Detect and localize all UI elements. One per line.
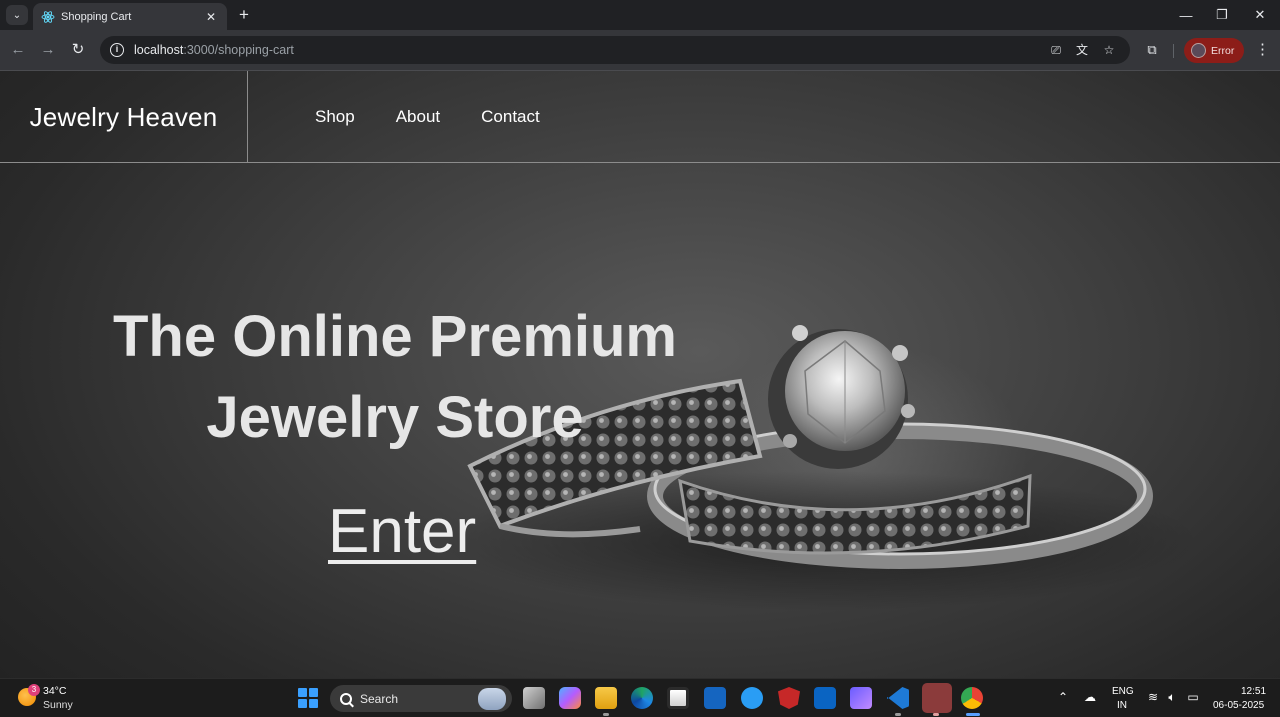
chrome-icon[interactable] xyxy=(961,687,983,709)
site-nav: Shop About Contact xyxy=(315,107,581,127)
search-highlight-image xyxy=(478,687,506,710)
more-menu-icon[interactable]: ⋮ xyxy=(1255,40,1270,60)
new-tab-plus-icon[interactable]: + xyxy=(235,5,253,25)
weather-notification-badge: 3 xyxy=(28,684,40,696)
file-explorer-running-indicator xyxy=(603,713,609,716)
microsoft-store-icon[interactable] xyxy=(667,687,689,709)
snipping-tool-running-indicator xyxy=(933,713,939,716)
enter-link[interactable]: Enter xyxy=(328,496,476,567)
nav-link-contact[interactable]: Contact xyxy=(481,107,540,127)
file-explorer-icon[interactable] xyxy=(595,687,617,709)
volume-icon[interactable]: 🔈︎ xyxy=(1164,690,1180,705)
avatar xyxy=(1191,43,1206,58)
hero-title-line-1: The Online Premium xyxy=(113,304,677,369)
language-indicator-line-2[interactable]: IN xyxy=(1117,700,1127,711)
weather-temperature[interactable]: 34°C xyxy=(43,685,66,697)
task-view-icon[interactable] xyxy=(523,687,545,709)
minimize-window-icon[interactable]: — xyxy=(1168,4,1204,26)
site-header: Jewelry Heaven Shop About Contact xyxy=(0,71,1280,163)
brand-container: Jewelry Heaven xyxy=(0,71,248,163)
battery-icon[interactable]: ▭ xyxy=(1185,690,1201,704)
site-brand[interactable]: Jewelry Heaven xyxy=(30,102,218,133)
clipchamp-icon[interactable] xyxy=(850,687,872,709)
browser-toolbar: ← → ↻ i localhost:3000/shopping-cart ⎚ 文… xyxy=(0,30,1280,71)
chrome-active-indicator xyxy=(966,713,980,716)
back-arrow-icon[interactable]: ← xyxy=(8,40,28,60)
edge-browser-icon[interactable] xyxy=(631,687,653,709)
hero-page: Jewelry Heaven Shop About Contact The On… xyxy=(0,71,1280,678)
profile-error-button[interactable]: Error xyxy=(1184,38,1244,63)
windows-start-icon[interactable] xyxy=(298,688,318,708)
clock-time[interactable]: 12:51 xyxy=(1241,686,1266,697)
close-window-icon[interactable]: ✕ xyxy=(1242,4,1278,26)
install-app-icon[interactable]: ⎚ xyxy=(1048,42,1064,58)
restore-window-icon[interactable]: ❐ xyxy=(1204,4,1240,26)
snipping-tool-icon[interactable] xyxy=(922,683,952,713)
url-host: localhost xyxy=(134,43,184,57)
show-hidden-icons-chevron-icon[interactable]: ⌃ xyxy=(1055,690,1071,704)
vscode-running-indicator xyxy=(895,713,901,716)
windows-taskbar: 3 34°C Sunny Search ⌃ ☁ ENG IN ≋ 🔈︎ ▭ 12… xyxy=(0,678,1280,717)
tab-search-chevron-icon[interactable]: ⌄ xyxy=(6,5,28,25)
nav-link-about[interactable]: About xyxy=(396,107,440,127)
search-label: Search xyxy=(360,691,399,706)
tab-strip: ⌄ Shopping Cart ✕ + — ❐ ✕ xyxy=(0,0,1280,30)
taskbar-search-box[interactable]: Search xyxy=(330,685,512,712)
site-info-icon[interactable]: i xyxy=(110,43,124,57)
browser-tab-shopping-cart[interactable]: Shopping Cart ✕ xyxy=(33,3,227,30)
nav-link-shop[interactable]: Shop xyxy=(315,107,355,127)
weather-condition[interactable]: Sunny xyxy=(43,699,73,711)
address-bar[interactable]: i localhost:3000/shopping-cart ⎚ 文 ☆ xyxy=(100,36,1130,64)
react-favicon-icon xyxy=(41,10,55,23)
url-path: :3000/shopping-cart xyxy=(183,43,294,57)
search-icon xyxy=(340,692,352,705)
tab-title: Shopping Cart xyxy=(61,10,132,23)
profile-status-label: Error xyxy=(1211,44,1235,57)
outlook-icon[interactable] xyxy=(814,687,836,709)
translate-icon[interactable]: 文 xyxy=(1074,42,1090,58)
toolbar-divider xyxy=(1173,44,1174,58)
mhp-app-icon[interactable] xyxy=(704,687,726,709)
hero-title: The Online Premium Jewelry Store xyxy=(105,296,685,458)
help-app-icon[interactable] xyxy=(741,687,763,709)
tab-close-icon[interactable]: ✕ xyxy=(203,10,219,24)
mcafee-shield-icon[interactable] xyxy=(778,687,800,709)
extensions-puzzle-icon[interactable]: ⧉ xyxy=(1143,41,1161,59)
clock-date[interactable]: 06-05-2025 xyxy=(1213,700,1264,711)
hero-title-line-2: Jewelry Store xyxy=(206,385,584,450)
copilot-icon[interactable] xyxy=(559,687,581,709)
language-indicator-line-1[interactable]: ENG xyxy=(1112,686,1134,697)
vscode-icon[interactable] xyxy=(887,687,909,709)
reload-icon[interactable]: ↻ xyxy=(68,40,88,60)
wifi-icon[interactable]: ≋ xyxy=(1145,690,1161,704)
bookmark-star-icon[interactable]: ☆ xyxy=(1101,42,1117,58)
onedrive-offline-icon[interactable]: ☁ xyxy=(1082,690,1098,704)
forward-arrow-icon[interactable]: → xyxy=(38,40,58,60)
